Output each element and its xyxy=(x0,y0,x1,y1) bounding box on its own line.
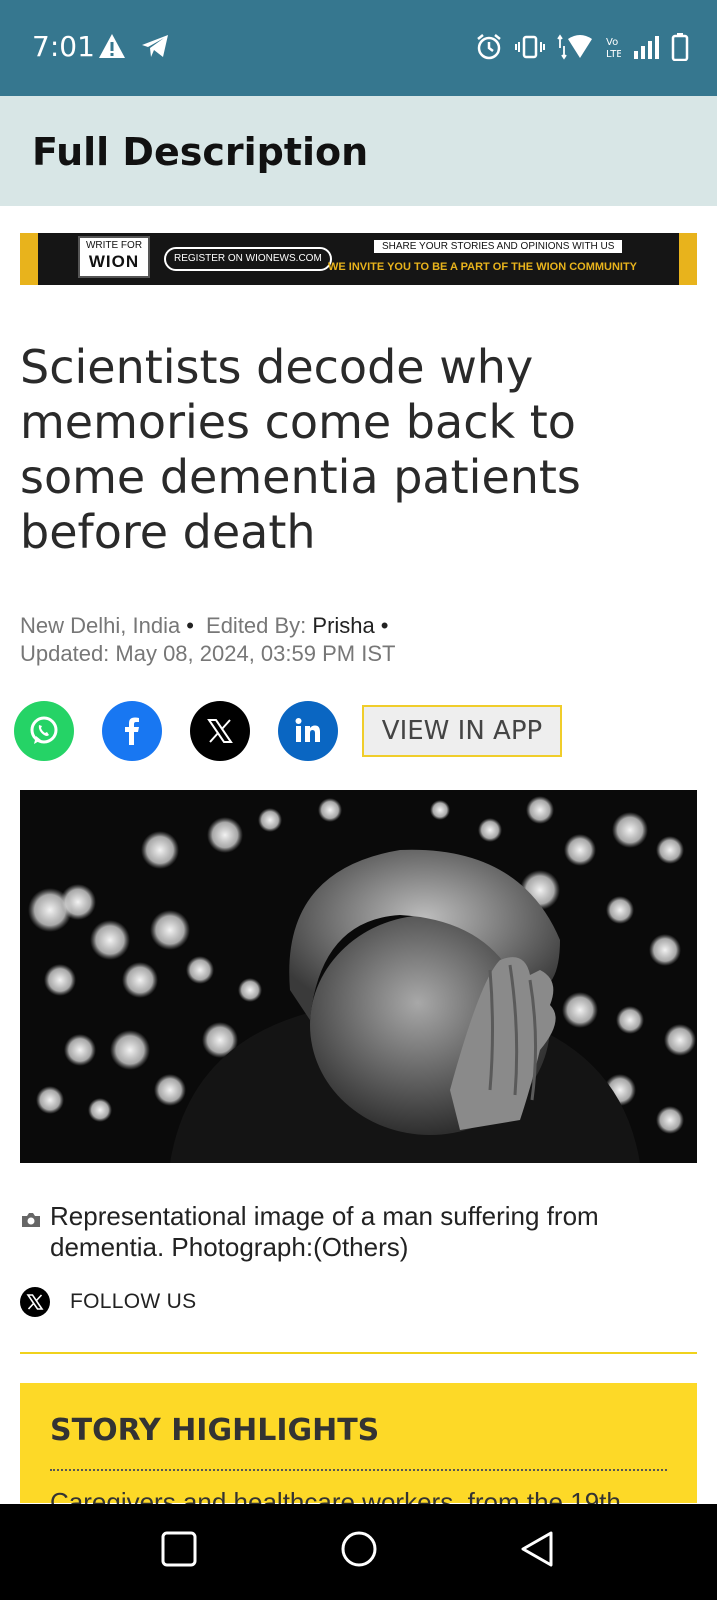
caption-text: Representational image of a man sufferin… xyxy=(50,1201,599,1262)
linkedin-icon xyxy=(295,718,320,742)
back-button[interactable] xyxy=(518,1530,556,1573)
volte-icon: Vo LTE xyxy=(605,34,621,60)
camera-icon xyxy=(20,1205,50,1263)
vibrate-icon xyxy=(515,34,545,60)
back-triangle-icon xyxy=(521,1531,553,1567)
article-headline: Scientists decode why memories come back… xyxy=(20,340,581,559)
status-bar: 7:01 Vo LTE xyxy=(0,0,717,96)
recents-button[interactable] xyxy=(160,1530,198,1573)
location: New Delhi, India xyxy=(20,613,181,638)
logo-line2: WION xyxy=(88,252,140,271)
updated-timestamp: Updated: May 08, 2024, 03:59 PM IST xyxy=(20,641,396,666)
view-in-app-button[interactable]: VIEW IN APP xyxy=(362,705,562,757)
page-title: Full Description xyxy=(32,130,369,174)
edited-by-label: Edited By: xyxy=(206,613,307,638)
x-icon xyxy=(20,1287,50,1317)
meta-line1: New Delhi, India • Edited By: Prisha • xyxy=(20,613,389,638)
write-for-wion-banner[interactable]: WRITE FOR WION REGISTER ON WIONEWS.COM S… xyxy=(20,233,697,285)
editor-name: Prisha xyxy=(312,613,375,638)
dementia-photo-illustration xyxy=(20,790,697,1163)
banner-share-text: SHARE YOUR STORIES AND OPINIONS WITH US xyxy=(374,240,623,253)
article-meta: New Delhi, India • Edited By: Prisha • Upd… xyxy=(20,612,395,668)
linkedin-share-button[interactable] xyxy=(278,701,338,761)
banner-invite-text: WE INVITE YOU TO BE A PART OF THE WION C… xyxy=(328,261,638,273)
whatsapp-share-button[interactable] xyxy=(14,701,74,761)
divider xyxy=(20,1352,697,1354)
whatsapp-icon xyxy=(30,716,58,744)
x-icon xyxy=(207,719,233,743)
photo-caption: Representational image of a man sufferin… xyxy=(20,1201,717,1263)
circle-icon xyxy=(341,1531,377,1567)
article-photo xyxy=(20,790,697,1163)
facebook-share-button[interactable] xyxy=(102,701,162,761)
follow-us-label: FOLLOW US xyxy=(70,1290,197,1313)
square-icon xyxy=(161,1531,197,1567)
follow-us-link[interactable]: FOLLOW US xyxy=(20,1287,196,1317)
share-row: VIEW IN APP xyxy=(14,701,562,761)
status-time: 7:01 xyxy=(32,30,95,63)
wifi-icon xyxy=(557,34,593,60)
signal-icon xyxy=(633,35,659,59)
status-left-icons xyxy=(98,33,170,59)
alarm-icon xyxy=(475,33,503,61)
app-header: Full Description xyxy=(0,96,717,206)
logo-line1: WRITE FOR xyxy=(85,240,143,251)
battery-icon xyxy=(671,33,689,61)
warning-icon xyxy=(98,33,126,59)
highlights-title: STORY HIGHLIGHTS xyxy=(50,1413,380,1448)
story-highlights: STORY HIGHLIGHTS Caregivers and healthca… xyxy=(20,1383,697,1517)
svg-text:Vo: Vo xyxy=(606,37,618,48)
highlights-divider xyxy=(50,1469,667,1471)
telegram-icon xyxy=(140,33,170,59)
home-button[interactable] xyxy=(340,1530,378,1573)
wion-logo: WRITE FOR WION xyxy=(78,236,150,278)
status-right-icons: Vo LTE xyxy=(475,33,689,61)
svg-text:LTE: LTE xyxy=(606,49,621,60)
register-pill: REGISTER ON WIONEWS.COM xyxy=(164,247,332,271)
system-nav-bar xyxy=(0,1504,717,1600)
x-share-button[interactable] xyxy=(190,701,250,761)
facebook-icon xyxy=(125,717,139,745)
